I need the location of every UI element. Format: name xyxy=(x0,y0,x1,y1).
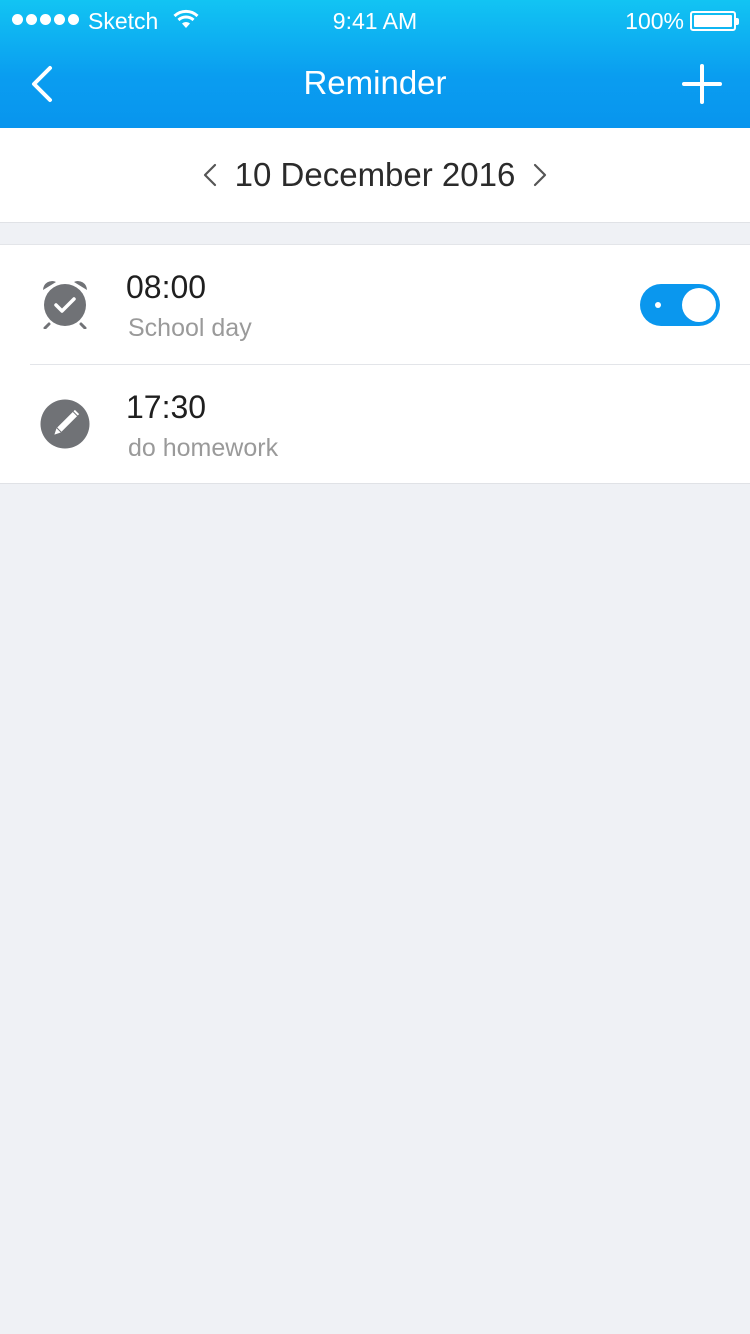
next-date-button[interactable] xyxy=(529,160,551,190)
chevron-left-icon xyxy=(203,163,216,187)
battery-icon xyxy=(690,11,739,31)
current-date: 10 December 2016 xyxy=(234,156,516,193)
toggle-on-indicator xyxy=(655,302,661,308)
plus-icon xyxy=(682,64,722,104)
battery-percent: 100% xyxy=(625,8,684,34)
page-title: Reminder xyxy=(303,64,447,101)
reminder-row[interactable]: 17:30 do homework xyxy=(30,364,750,483)
reminder-list: 08:00 School day 17:30 do homework xyxy=(0,244,750,484)
date-navigator: 10 December 2016 xyxy=(0,128,750,223)
add-reminder-button[interactable] xyxy=(682,64,722,104)
reminder-label: School day xyxy=(128,314,252,342)
status-bar: Sketch 9:41 AM 100% xyxy=(0,0,750,40)
pencil-edit-icon xyxy=(40,399,90,449)
chevron-right-icon xyxy=(534,163,547,187)
previous-date-button[interactable] xyxy=(199,160,221,190)
alarm-clock-check-icon xyxy=(43,281,87,329)
toggle-knob xyxy=(682,288,716,322)
nav-header: Sketch 9:41 AM 100% Reminder xyxy=(0,0,750,128)
reminder-time: 17:30 xyxy=(126,389,207,425)
reminder-toggle[interactable] xyxy=(640,284,720,326)
reminder-time: 08:00 xyxy=(126,269,207,305)
reminder-label: do homework xyxy=(128,434,279,462)
reminder-row[interactable]: 08:00 School day xyxy=(0,245,750,364)
